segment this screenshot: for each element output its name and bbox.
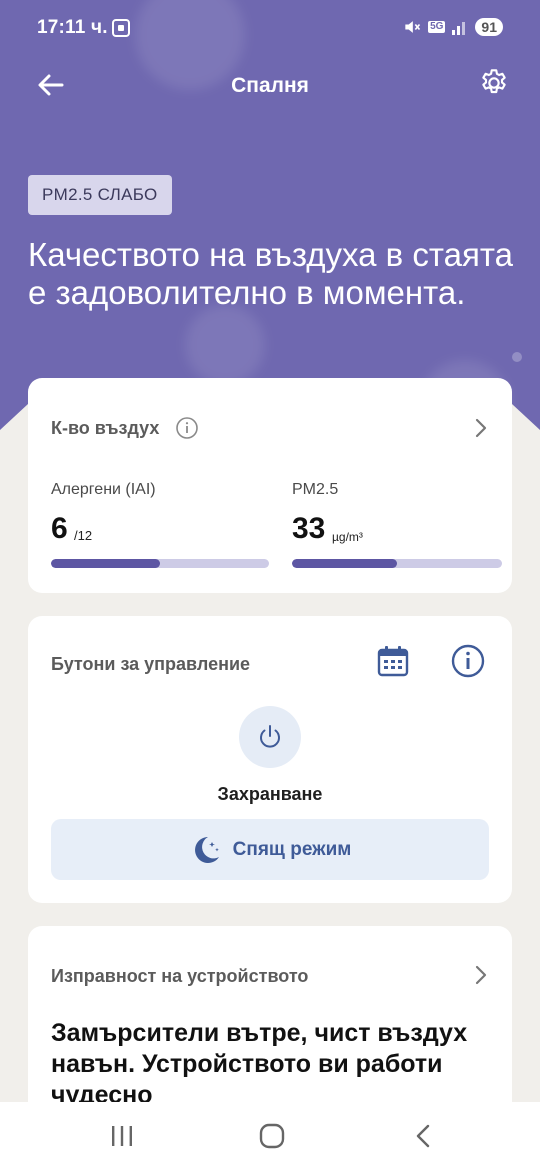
status-icons: 5G 91 [402, 17, 503, 37]
status-time: 17:11 ч. [37, 17, 108, 38]
pm25-bar-fill [292, 559, 397, 568]
pm25-label: PM2.5 [292, 481, 339, 498]
battery-level: 91 [475, 18, 503, 36]
back-nav-icon[interactable] [404, 1120, 444, 1152]
power-button[interactable] [239, 706, 301, 768]
air-quality-card-title: К-во въздух [51, 418, 160, 438]
status-bar: 17:11 ч. 5G 91 [0, 0, 540, 58]
recent-apps-icon[interactable] [102, 1120, 142, 1152]
air-quality-headline: Качеството на въздуха в стаята е задовол… [28, 236, 513, 311]
allergens-bar [51, 559, 269, 568]
chevron-right-icon[interactable] [472, 417, 490, 439]
device-health-card[interactable]: Изправност на устройството Замърсители в… [28, 926, 512, 1126]
allergens-value: 6 [51, 512, 68, 545]
chevron-right-icon[interactable] [472, 964, 490, 986]
bokeh [185, 305, 265, 385]
allergens-bar-fill [51, 559, 160, 568]
pm25-bar [292, 559, 502, 568]
power-label: Захранване [217, 784, 323, 804]
sleep-mode-button[interactable]: Спящ режим [51, 819, 489, 880]
pm25-value: 33 [292, 512, 326, 545]
mute-icon [405, 21, 421, 33]
controls-card: Бутони за управление Захранване Спящ реж [28, 616, 512, 903]
info-icon[interactable] [175, 416, 199, 440]
allergens-label: Алергени (IAI) [51, 481, 156, 498]
screenshot-icon [112, 19, 130, 37]
pm25-unit: µg/m³ [332, 530, 363, 544]
device-health-card-title: Изправност на устройството [51, 966, 309, 986]
sleep-mode-label: Спящ режим [232, 838, 352, 860]
power-icon [260, 725, 280, 748]
signal-icon [452, 22, 466, 35]
home-icon[interactable] [252, 1120, 292, 1152]
calendar-icon[interactable] [376, 644, 410, 678]
allergens-unit: /12 [74, 528, 93, 543]
pm25-status-chip: PM2.5 СЛАБО [28, 175, 172, 215]
info-icon[interactable] [451, 644, 485, 678]
top-app-bar: Спалня [0, 58, 540, 114]
device-health-text: Замърсители вътре, чист въздух навън. Ус… [51, 1019, 468, 1109]
network-type: 5G [428, 21, 446, 33]
moon-stars-icon [194, 836, 219, 863]
page-title: Спалня [231, 74, 309, 97]
system-navigation-bar [0, 1102, 540, 1170]
bokeh [512, 352, 522, 362]
controls-card-title: Бутони за управление [51, 654, 251, 674]
air-quality-card[interactable]: К-во въздух Алергени (IAI) 6 /12 PM2.5 3… [28, 378, 512, 593]
settings-gear-icon[interactable] [478, 67, 510, 99]
